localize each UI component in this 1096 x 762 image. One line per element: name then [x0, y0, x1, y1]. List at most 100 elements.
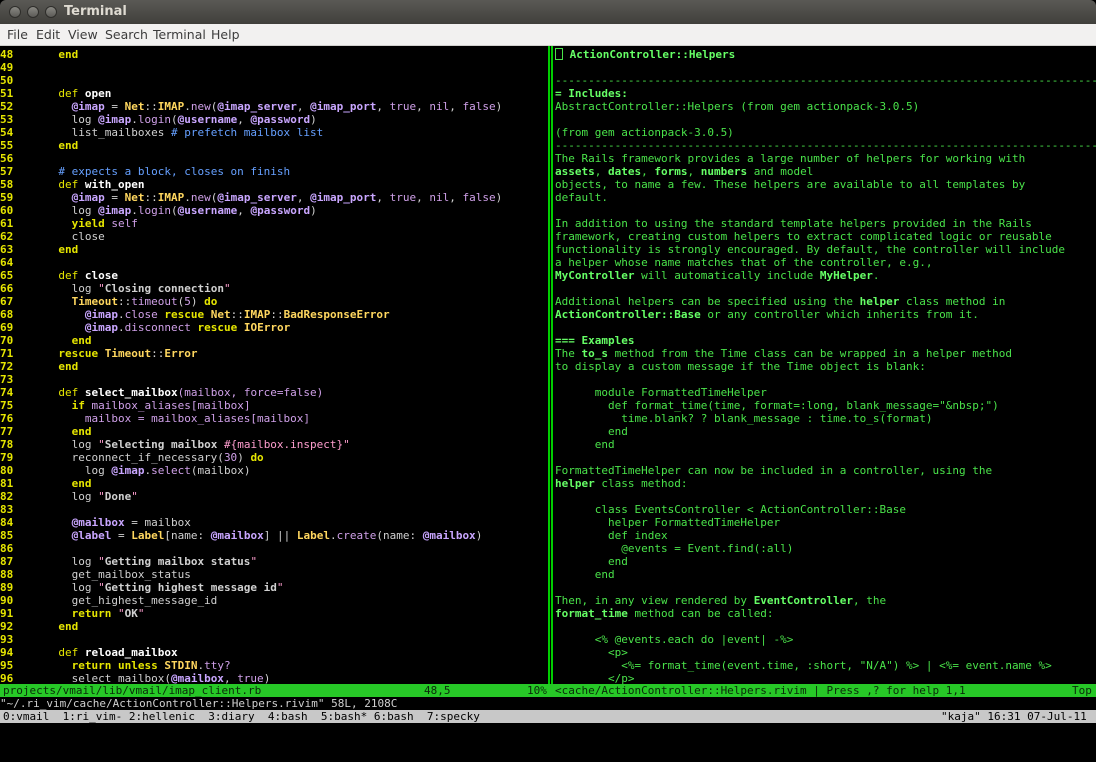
help-line: format_time method can be called:: [555, 607, 774, 620]
menu-bar: File Edit View Search Terminal Help: [0, 24, 1096, 46]
menu-terminal[interactable]: Terminal: [153, 27, 206, 43]
menu-search[interactable]: Search: [105, 27, 148, 43]
code-line: 76 mailbox = mailbox_aliases[mailbox]: [0, 412, 311, 425]
help-line: ActionController::Base or any controller…: [555, 308, 979, 321]
help-line: @events = Event.find(:all): [555, 542, 794, 555]
line-number: 94: [0, 646, 20, 659]
line-number: 71: [0, 347, 20, 360]
line-number: 52: [0, 100, 20, 113]
help-line: (from gem actionpack-3.0.5): [555, 126, 734, 139]
help-line: end: [555, 555, 628, 568]
code-line: 50: [0, 74, 32, 87]
line-number: 76: [0, 412, 20, 425]
code-line: 57 # expects a block, closes on finish: [0, 165, 291, 178]
tmux-status-bar: 0:vmail 1:ri_vim- 2:hellenic 3:diary 4:b…: [0, 710, 1096, 723]
help-line: def index: [555, 529, 668, 542]
code-line: 88 get_mailbox_status: [0, 568, 191, 581]
line-number: 50: [0, 74, 20, 87]
code-line: 77 end: [0, 425, 92, 438]
help-line: to display a custom message if the Time …: [555, 360, 926, 373]
line-number: 60: [0, 204, 20, 217]
minimize-window-button[interactable]: [27, 6, 39, 18]
code-line: 91 return "OK": [0, 607, 145, 620]
line-number: 48: [0, 48, 20, 61]
help-line: framework, creating custom helpers to ex…: [555, 230, 1052, 243]
code-line: 69 @imap.disconnect rescue IOError: [0, 321, 291, 334]
vim-command-line[interactable]: "~/.ri_vim/cache/ActionController::Helpe…: [0, 697, 1096, 710]
menu-help[interactable]: Help: [211, 27, 240, 43]
help-line: ----------------------------------------…: [555, 74, 1096, 87]
window-titlebar: Terminal: [0, 0, 1096, 24]
line-number: 89: [0, 581, 20, 594]
line-number: 74: [0, 386, 20, 399]
line-number: 70: [0, 334, 20, 347]
line-number: 87: [0, 555, 20, 568]
code-line: 85 @label = Label[name: @mailbox] || Lab…: [0, 529, 483, 542]
help-line: end: [555, 438, 615, 451]
right-status-filename: <cache/ActionController::Helpers.rivim |…: [555, 684, 966, 697]
code-line: 53 log @imap.login(@username, @password): [0, 113, 317, 126]
help-line: time.blank? ? blank_message : time.to_s(…: [555, 412, 933, 425]
code-line: 48 end: [0, 48, 79, 61]
code-line: 81 end: [0, 477, 92, 490]
line-number: 83: [0, 503, 20, 516]
line-number: 90: [0, 594, 20, 607]
help-line: === Examples: [555, 334, 635, 347]
line-number: 68: [0, 308, 20, 321]
code-line: 74 def select_mailbox(mailbox, force=fal…: [0, 386, 324, 399]
help-line: <%= format_time(event.time, :short, "N/A…: [555, 659, 1052, 672]
line-number: 64: [0, 256, 20, 269]
close-window-button[interactable]: [9, 6, 21, 18]
vim-status-line: projects/vmail/lib/vmail/imap_client.rb …: [0, 684, 1096, 697]
help-line: The to_s method from the Time class can …: [555, 347, 1012, 360]
help-line: FormattedTimeHelper can now be included …: [555, 464, 993, 477]
code-line: 62 close: [0, 230, 105, 243]
help-line: module FormattedTimeHelper: [555, 386, 767, 399]
line-number: 93: [0, 633, 20, 646]
line-number: 81: [0, 477, 20, 490]
line-number: 51: [0, 87, 20, 100]
line-number: 82: [0, 490, 20, 503]
code-line: 96 select_mailbox(@mailbox, true): [0, 672, 271, 684]
line-number: 56: [0, 152, 20, 165]
code-line: 58 def with_open: [0, 178, 145, 191]
menu-file[interactable]: File: [7, 27, 28, 43]
help-line: functionality is strongly encouraged. By…: [555, 243, 1065, 256]
line-number: 66: [0, 282, 20, 295]
code-line: 90 get_highest_message_id: [0, 594, 218, 607]
code-editor-pane[interactable]: 48 end 49 50 51 def open 52 @imap = Net::I…: [0, 46, 548, 684]
window-title: Terminal: [64, 4, 127, 19]
code-line: 70 end: [0, 334, 92, 347]
code-line: 72 end: [0, 360, 79, 373]
line-number: 92: [0, 620, 20, 633]
line-number: 54: [0, 126, 20, 139]
left-status-position: 48,5: [424, 684, 451, 697]
help-line: class EventsController < ActionControlle…: [555, 503, 906, 516]
code-line: 75 if mailbox_aliases[mailbox]: [0, 399, 251, 412]
line-number: 59: [0, 191, 20, 204]
menu-view[interactable]: View: [68, 27, 98, 43]
maximize-window-button[interactable]: [45, 6, 57, 18]
help-line: a helper whose name matches that of the …: [555, 256, 933, 269]
ri-help-pane[interactable]: ActionController::Helpers ---------------…: [553, 46, 1096, 684]
code-line: 55 end: [0, 139, 79, 152]
line-number: 49: [0, 61, 20, 74]
code-line: 54 list_mailboxes # prefetch mailbox lis…: [0, 126, 324, 139]
line-number: 86: [0, 542, 20, 555]
code-line: 95 return unless STDIN.tty?: [0, 659, 231, 672]
code-line: 60 log @imap.login(@username, @password): [0, 204, 317, 217]
code-line: 67 Timeout::timeout(5) do: [0, 295, 218, 308]
line-number: 79: [0, 451, 20, 464]
help-line: Then, in any view rendered by EventContr…: [555, 594, 887, 607]
tmux-host-time: "kaja" 16:31 07-Jul-11: [941, 710, 1087, 723]
code-line: 87 log "Getting mailbox status": [0, 555, 258, 568]
tmux-window-list[interactable]: 0:vmail 1:ri_vim- 2:hellenic 3:diary 4:b…: [3, 710, 480, 723]
code-line: 71 rescue Timeout::Error: [0, 347, 198, 360]
code-line: 51 def open: [0, 87, 112, 100]
help-line: helper FormattedTimeHelper: [555, 516, 781, 529]
menu-edit[interactable]: Edit: [36, 27, 60, 43]
help-line: assets, dates, forms, numbers and model: [555, 165, 814, 178]
left-status-filename: projects/vmail/lib/vmail/imap_client.rb: [3, 684, 262, 697]
code-line: 79 reconnect_if_necessary(30) do: [0, 451, 264, 464]
help-line: end: [555, 425, 628, 438]
